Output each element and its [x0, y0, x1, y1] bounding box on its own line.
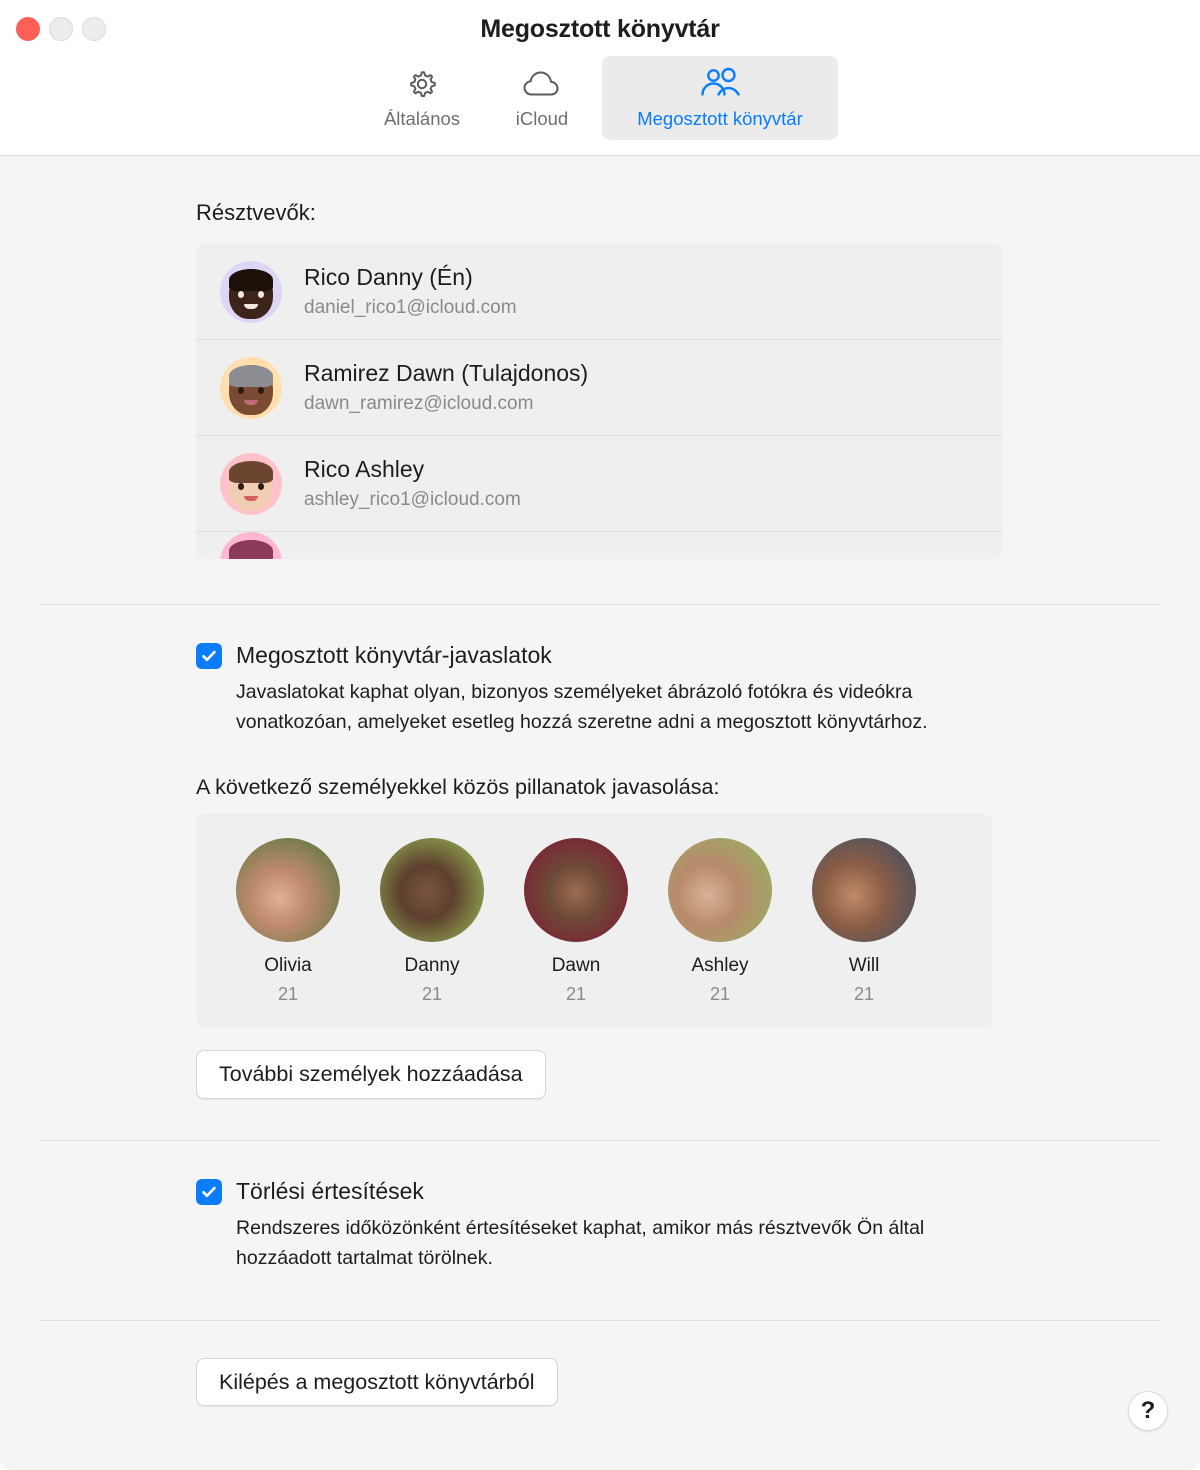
add-more-people-button[interactable]: További személyek hozzáadása [196, 1050, 546, 1100]
leave-shared-library-button[interactable]: Kilépés a megosztott könyvtárból [196, 1357, 558, 1407]
person-name: Danny [404, 955, 460, 977]
person-photo [236, 838, 340, 943]
deletion-notifications-label: Törlési értesítések [236, 1178, 424, 1205]
participant-name: Rico Danny (Én) [304, 264, 473, 291]
person-item[interactable]: Olivia 21 [216, 838, 360, 1005]
participant-row[interactable]: Rico Danny (Én) daniel_rico1@icloud.com [196, 244, 1002, 340]
person-name: Ashley [691, 955, 749, 977]
participant-row-partial[interactable] [196, 532, 1002, 559]
person-name: Will [848, 955, 880, 977]
participant-email: dawn_ramirez@icloud.com [304, 392, 534, 414]
avatar [220, 356, 282, 419]
preferences-window: Megosztott könyvtár Általános iCloud Meg… [0, 0, 1200, 1470]
person-item[interactable]: Danny 21 [360, 838, 504, 1005]
suggestions-description: Javaslatokat kaphat olyan, bizonyos szem… [236, 681, 928, 734]
suggestions-label: Megosztott könyvtár-javaslatok [236, 642, 552, 668]
person-name: Olivia [264, 955, 312, 977]
person-photo [812, 838, 916, 943]
leave-button-wrap: Kilépés a megosztott könyvtárból [0, 1357, 1200, 1407]
person-count: 21 [421, 984, 443, 1005]
tab-general-label: Általános [383, 108, 461, 129]
participant-row[interactable]: Ramirez Dawn (Tulajdonos) dawn_ramirez@i… [196, 340, 1002, 436]
person-count: 21 [277, 984, 299, 1005]
avatar [220, 452, 282, 515]
avatar [220, 260, 282, 323]
tab-icloud[interactable]: iCloud [482, 56, 602, 140]
tab-general[interactable]: Általános [362, 56, 482, 140]
tab-icloud-label: iCloud [515, 108, 569, 129]
people-icon [698, 64, 742, 104]
tab-shared-library-label: Megosztott könyvtár [637, 108, 803, 129]
shared-library-suggestions-block: Megosztott könyvtár-javaslatok Javaslato… [0, 642, 1200, 737]
preferences-content: Résztvevők: Rico Danny (Én) daniel_rico1… [0, 156, 1200, 1469]
participant-name: Ramirez Dawn (Tulajdonos) [304, 360, 589, 387]
person-count: 21 [853, 984, 875, 1005]
divider [40, 1140, 1160, 1142]
person-count: 21 [709, 984, 731, 1005]
add-people-button-wrap: További személyek hozzáadása [0, 1050, 1200, 1100]
people-section-heading: A következő személyekkel közös pillanato… [196, 775, 720, 800]
window-title: Megosztott könyvtár [480, 15, 720, 43]
person-name: Dawn [551, 955, 601, 977]
person-item[interactable]: Ashley 21 [648, 838, 792, 1005]
tab-shared-library[interactable]: Megosztott könyvtár [602, 56, 838, 140]
person-photo [668, 838, 772, 943]
person-item[interactable]: Dawn 21 [504, 838, 648, 1005]
avatar [220, 532, 282, 559]
person-count: 21 [565, 984, 587, 1005]
suggestions-checkbox[interactable] [196, 642, 222, 669]
window-titlebar: Megosztott könyvtár Általános iCloud Meg… [0, 0, 1200, 156]
gear-icon [404, 64, 440, 104]
deletion-notifications-block: Törlési értesítések Rendszeres időközönk… [0, 1178, 1200, 1273]
deletion-notifications-description: Rendszeres időközönként értesítéseket ka… [236, 1217, 925, 1270]
suggested-people-list: Olivia 21 Danny 21 Dawn 21 Ashley 21 Wil [196, 814, 992, 1028]
divider [40, 1319, 1160, 1321]
divider [40, 604, 1160, 605]
participant-name: Rico Ashley [304, 456, 425, 483]
participant-row[interactable]: Rico Ashley ashley_rico1@icloud.com [196, 436, 1002, 532]
person-item[interactable]: Will 21 [792, 838, 936, 1005]
toolbar-tabs: Általános iCloud Megosztott könyvtár [0, 56, 1200, 140]
participants-heading: Résztvevők: [196, 200, 316, 225]
cloud-icon [522, 64, 562, 104]
help-button[interactable]: ? [1128, 1391, 1168, 1431]
participant-email: ashley_rico1@icloud.com [304, 488, 521, 510]
participant-email: daniel_rico1@icloud.com [304, 296, 517, 318]
person-photo [524, 838, 628, 943]
person-photo [380, 838, 484, 943]
participants-list[interactable]: Rico Danny (Én) daniel_rico1@icloud.com … [196, 244, 1002, 559]
deletion-notifications-checkbox[interactable] [196, 1178, 222, 1205]
